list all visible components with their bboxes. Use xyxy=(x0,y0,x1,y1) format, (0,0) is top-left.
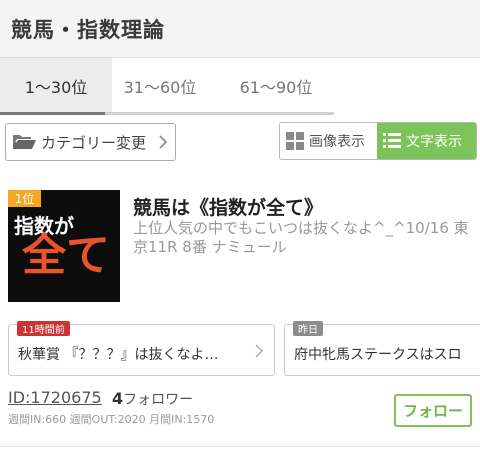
page-title: 競馬・指数理論 xyxy=(11,18,165,42)
thumbnail-text-bottom: 全て xyxy=(22,230,110,281)
article-card[interactable]: 11時間前 秋華賞 『？？？』は抜くなよ… xyxy=(8,321,275,376)
blog-id-link[interactable]: ID:1720675 xyxy=(8,388,102,407)
article-card[interactable]: 昨日 府中牝馬ステークスはスロ xyxy=(284,321,480,376)
tab-1-30[interactable]: 1〜30位 xyxy=(0,58,112,114)
text-view-label: 文字表示 xyxy=(406,134,462,150)
active-tab-indicator xyxy=(0,112,105,115)
follow-button[interactable]: フォロー xyxy=(394,394,472,427)
blog-description: 上位人気の中でもこいつは抜くなよ^_^10/16 東京11R 8番 ナミュール xyxy=(133,219,469,256)
follower-number: 4 xyxy=(112,389,124,408)
rank-tabs: 1〜30位 31〜60位 61〜90位 xyxy=(0,58,480,116)
category-change-button[interactable]: カテゴリー変更 xyxy=(5,123,176,161)
text-view-button[interactable]: 文字表示 xyxy=(377,123,476,159)
page-header: 競馬・指数理論 xyxy=(0,0,480,58)
chevron-right-icon xyxy=(159,135,168,149)
follower-label: フォロワー xyxy=(123,392,194,408)
divider xyxy=(0,446,480,447)
view-mode-switch: 画像表示 文字表示 xyxy=(279,122,477,160)
rank-badge: 1位 xyxy=(8,190,41,207)
blog-title-link[interactable]: 競馬は《指数が全て》 xyxy=(133,193,323,220)
folder-icon xyxy=(13,135,36,149)
article-title: 秋華賞 『？？？』は抜くなよ… xyxy=(18,347,219,363)
image-view-button[interactable]: 画像表示 xyxy=(280,123,377,159)
blog-thumbnail[interactable]: 1位 指数が 全て xyxy=(8,190,120,302)
chevron-right-icon xyxy=(255,344,263,358)
tab-31-60[interactable]: 31〜60位 xyxy=(104,58,216,114)
list-icon xyxy=(383,133,401,148)
grid-icon xyxy=(286,132,304,150)
traffic-stats: 週間IN:660 週間OUT:2020 月間IN:1570 xyxy=(8,413,215,426)
tab-61-90[interactable]: 61〜90位 xyxy=(220,58,332,114)
article-title: 府中牝馬ステークスはスロ xyxy=(294,347,462,363)
category-change-label: カテゴリー変更 xyxy=(41,133,147,152)
time-badge: 11時間前 xyxy=(17,321,70,336)
follower-count: 4フォロワー xyxy=(112,389,193,409)
image-view-label: 画像表示 xyxy=(309,134,365,150)
time-badge: 昨日 xyxy=(293,321,323,336)
